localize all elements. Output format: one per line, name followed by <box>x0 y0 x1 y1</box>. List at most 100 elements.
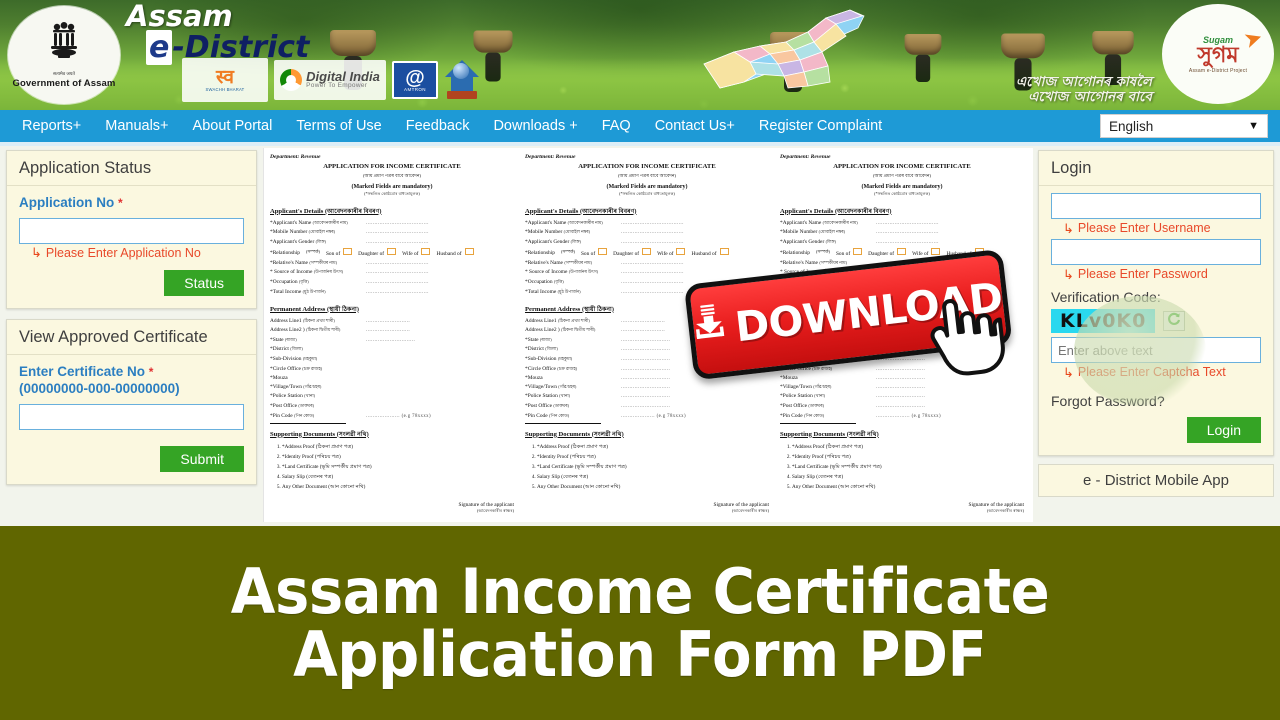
document-item: Any Other Document (আন কোনো নথি) <box>282 484 514 492</box>
form-field-row: *Applicant's Gender (লিঙ্গ) ............… <box>270 239 514 246</box>
login-panel: Login ↳ Please Enter Username ↳ Please E… <box>1038 150 1274 456</box>
main-navigation-bar: Reports+ Manuals+ About Portal Terms of … <box>0 110 1280 142</box>
nav-register-complaint[interactable]: Register Complaint <box>747 110 894 142</box>
login-button[interactable]: Login <box>1186 417 1261 443</box>
forgot-password-link[interactable]: Forgot Password? <box>1051 393 1261 409</box>
username-input[interactable] <box>1051 193 1261 219</box>
form-mandatory-note: (Marked Fields are mandatory) <box>351 183 433 190</box>
amtron-logo: @ AMTRON <box>392 61 438 99</box>
captcha-image: KLv0K0 <box>1051 309 1156 333</box>
nav-reports[interactable]: Reports+ <box>10 110 93 142</box>
form-field-row: *Pin Code (পিন কোড).................... … <box>780 412 941 419</box>
form-field-row: *Total Income (মুঠ উপাৰ্জন) ............… <box>270 289 514 296</box>
supporting-documents-list: *Address Proof (ঠিকনা প্ৰমাণ পত্ৰ) *Iden… <box>780 444 1024 493</box>
form-title-bengali: (আয় প্ৰমাণ পত্ৰৰ বাবে আবেদন) <box>872 172 932 178</box>
brand-e-badge: e <box>146 30 173 65</box>
pin-example: (e.g 78xxxx) <box>401 413 431 419</box>
required-asterisk: * <box>148 364 154 379</box>
language-selector[interactable]: English ▼ <box>1100 114 1268 138</box>
relationship-option-son: Son of <box>581 248 608 257</box>
amtron-sub: AMTRON <box>404 86 426 92</box>
application-no-label: Application No * <box>19 195 244 212</box>
nav-faq[interactable]: FAQ <box>590 110 643 142</box>
checkbox-icon <box>598 248 608 256</box>
supporting-documents-list: *Address Proof (ঠিকনা প্ৰমাণ পত্ৰ) *Iden… <box>525 444 769 493</box>
form-field-row: *State (ৰাজ্য)..........................… <box>270 336 416 343</box>
form-field-row: *Village/Town (গাঁৱ/চহৰ)................… <box>780 383 926 390</box>
supporting-documents-heading-bn: (সংলগ্নী নথি) <box>336 430 369 438</box>
field-label-bn: (আবেদনকাৰীৰ নাম) <box>312 219 348 225</box>
relationship-option-wife: Wife of <box>657 248 686 257</box>
view-certificate-title: View Approved Certificate <box>7 320 256 355</box>
permanent-address-heading: Permanent Address (স্থায়ী ঠিকনা) <box>270 304 514 315</box>
field-label-bn: (লিঙ্গ) <box>315 238 326 244</box>
form-field-row: *Mobile Number (মোবাইল নম্বৰ)...........… <box>525 229 684 236</box>
certificate-no-label: Enter Certificate No * (00000000-000-000… <box>19 364 244 398</box>
refresh-icon <box>1167 312 1181 331</box>
nav-feedback[interactable]: Feedback <box>394 110 482 142</box>
page-root: सत्यमेव जयते Government of Assam Assam e… <box>0 0 1280 720</box>
government-of-assam-seal: सत्यमेव जयते Government of Assam <box>8 6 120 104</box>
language-selected-value: English <box>1109 118 1154 134</box>
nav-downloads[interactable]: Downloads + <box>481 110 589 142</box>
nic-logo <box>444 58 480 102</box>
checkbox-icon <box>343 248 353 256</box>
application-no-input[interactable] <box>19 217 244 244</box>
password-input[interactable] <box>1051 239 1261 265</box>
mobile-app-label: e - District Mobile App <box>1083 472 1229 489</box>
checkbox-icon <box>853 248 863 256</box>
form-field-row: *Mouza <box>270 375 288 382</box>
nav-contact-us[interactable]: Contact Us+ <box>643 110 747 142</box>
field-label: *Occupation <box>270 279 298 286</box>
field-label: *Applicant's Gender <box>270 238 315 245</box>
form-mandatory-note: (Marked Fields are mandatory) <box>861 183 943 190</box>
field-label: * Source of Income <box>270 269 313 276</box>
form-title: APPLICATION FOR INCOME CERTIFICATE <box>578 163 716 170</box>
captcha-input[interactable] <box>1051 337 1261 363</box>
captcha-refresh-button[interactable] <box>1163 311 1186 331</box>
hint-arrow-icon: ↳ <box>31 245 42 261</box>
signature-line: Signature of the applicant (আবেদনকাৰীৰ স্… <box>713 502 769 514</box>
checkbox-icon <box>931 248 941 256</box>
form-mandatory-note-bengali: (*সম্বলিত কোষ্ঠবোৰ বাধ্যতামূলক) <box>364 190 420 196</box>
checkbox-icon <box>464 248 474 256</box>
hand-cursor-icon <box>923 291 1010 381</box>
certificate-no-label-text: Enter Certificate No <box>19 363 146 379</box>
dotted-line: ..................................... <box>366 259 429 266</box>
chevron-down-icon: ▼ <box>1248 120 1259 132</box>
submit-button[interactable]: Submit <box>160 445 244 472</box>
relationship-option-daughter: Daughter of <box>868 248 907 257</box>
checkbox-icon <box>676 248 686 256</box>
nav-about-portal[interactable]: About Portal <box>181 110 285 142</box>
document-item: Any Other Document (আন কোনো নথি) <box>537 484 769 492</box>
required-asterisk: * <box>118 196 123 210</box>
application-no-hint-row: ↳ Please Enter Application No <box>19 246 244 260</box>
status-button[interactable]: Status <box>164 269 244 296</box>
relationship-option-wife: Wife of <box>402 248 431 257</box>
mobile-app-panel[interactable]: e - District Mobile App <box>1038 464 1274 497</box>
income-certificate-form-preview[interactable]: Department: Revenue APPLICATION FOR INCO… <box>263 148 1033 522</box>
field-label: *Total Income <box>270 288 302 295</box>
sugam-subtitle: Assam e-District Project <box>1188 67 1248 74</box>
nav-item-list: Reports+ Manuals+ About Portal Terms of … <box>0 110 894 142</box>
document-item: *Address Proof (ঠিকনা প্ৰমাণ পত্ৰ) <box>282 444 514 452</box>
applicant-details-heading: Applicant's Details (আবেদনকাৰীৰ বিবৰণ) <box>780 207 892 215</box>
application-status-title: Application Status <box>7 151 256 186</box>
bottom-title-banner: Assam Income Certificate Application For… <box>0 526 1280 720</box>
nav-terms-of-use[interactable]: Terms of Use <box>284 110 393 142</box>
form-field-row: *Village/Town (গাঁৱ/চহৰ) <box>270 383 322 390</box>
nav-manuals[interactable]: Manuals+ <box>93 110 180 142</box>
checkbox-icon <box>897 248 907 256</box>
sugam-assamese: সুগম <box>1197 41 1239 67</box>
document-item: Any Other Document (আন কোনো নথি) <box>792 484 1024 492</box>
document-item: *Identity Proof (পৰিচয় পত্ৰ) <box>792 454 1024 462</box>
form-field-row: *Police Station (থানা)..................… <box>780 393 926 400</box>
certificate-no-input[interactable] <box>19 403 244 430</box>
relationship-option-son: Son of <box>836 248 863 257</box>
dotted-line: ..................................... <box>366 269 429 276</box>
permanent-address-heading-en: Permanent Address <box>270 305 326 313</box>
permanent-address-heading-bn: (স্থায়ী ঠিকনা) <box>327 305 359 313</box>
form-field-row: *Occupation (বৃত্তি) ...................… <box>270 279 514 286</box>
applicant-details-heading: Applicant's Details (আবেদনকাৰীৰ বিবৰণ) <box>525 207 637 215</box>
form-title: APPLICATION FOR INCOME CERTIFICATE <box>833 163 971 170</box>
